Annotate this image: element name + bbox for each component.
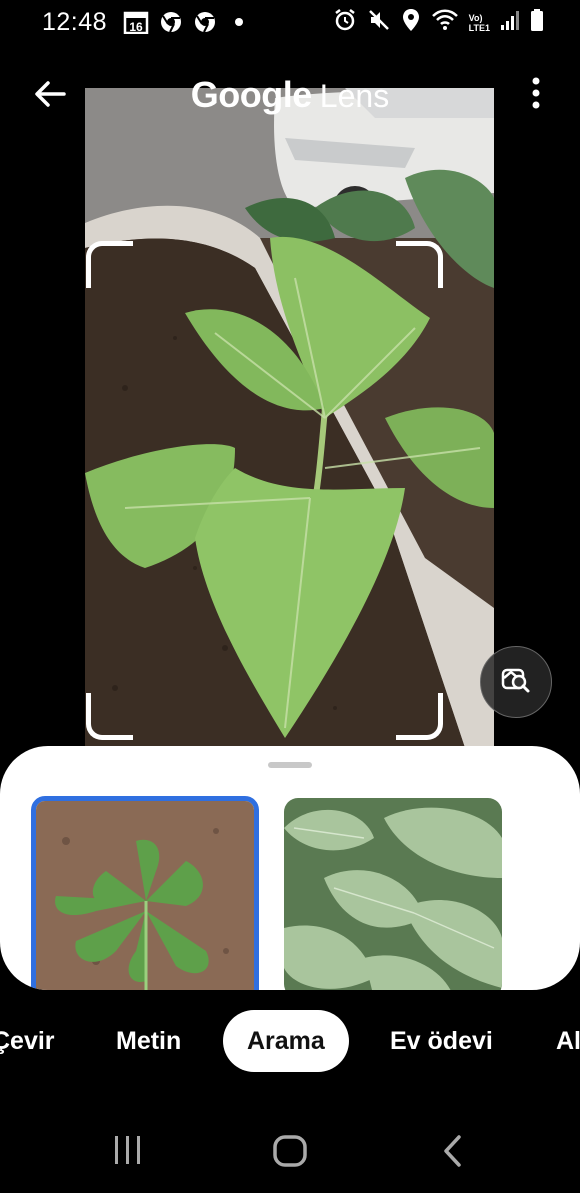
network-label-top: Vo) [468, 12, 483, 23]
wifi-icon [431, 8, 459, 37]
status-bar: 12:48 16 Vo) LTE1 [0, 0, 580, 44]
crop-corner-top-left[interactable] [86, 241, 133, 288]
more-vert-icon[interactable] [530, 76, 542, 110]
status-time: 12:48 [42, 8, 108, 36]
image-search-icon [500, 664, 532, 701]
google-lens-title: Google Lens [0, 74, 580, 116]
brand-google: Google [190, 74, 313, 115]
top-bar: Google Lens [0, 60, 580, 130]
alarm-icon [333, 8, 357, 37]
system-back-icon[interactable] [440, 1134, 464, 1173]
status-icons-right: Vo) LTE1 [333, 8, 544, 37]
battery-icon [530, 8, 544, 37]
system-nav-bar [0, 1110, 580, 1190]
chrome-icon [158, 10, 184, 34]
notification-dot-icon [232, 10, 246, 34]
results-sheet[interactable] [0, 746, 580, 990]
network-label: Vo) LTE1 [469, 13, 490, 33]
tab-text[interactable]: Metin [116, 1010, 181, 1072]
recent-apps-icon[interactable] [112, 1134, 144, 1171]
crop-corner-bottom-left[interactable] [86, 693, 133, 740]
calendar-badge: 16 [129, 20, 143, 34]
brand-lens: Lens [319, 78, 390, 114]
tab-homework[interactable]: Ev ödevi [390, 1010, 493, 1072]
sheet-drag-handle[interactable] [268, 762, 312, 768]
result-thumbnail[interactable] [284, 798, 502, 990]
location-icon [401, 8, 421, 37]
result-thumbnail-selected[interactable] [31, 796, 259, 990]
crop-corner-bottom-right[interactable] [396, 693, 443, 740]
lens-search-button[interactable] [480, 646, 552, 718]
tab-translate[interactable]: Çevir [0, 1010, 55, 1072]
tab-search[interactable]: Arama [223, 1010, 349, 1072]
tab-shopping[interactable]: Al [556, 1010, 580, 1072]
home-icon[interactable] [272, 1134, 308, 1173]
network-label-bottom: LTE1 [468, 22, 490, 33]
camera-photo[interactable] [85, 88, 494, 748]
mode-tabs: Çevir Metin Arama Ev ödevi Al [0, 1010, 580, 1072]
mute-icon [367, 8, 391, 37]
calendar-icon: 16 [122, 10, 150, 34]
crop-corner-top-right[interactable] [396, 241, 443, 288]
chrome-icon-2 [192, 10, 218, 34]
signal-icon [500, 8, 520, 37]
